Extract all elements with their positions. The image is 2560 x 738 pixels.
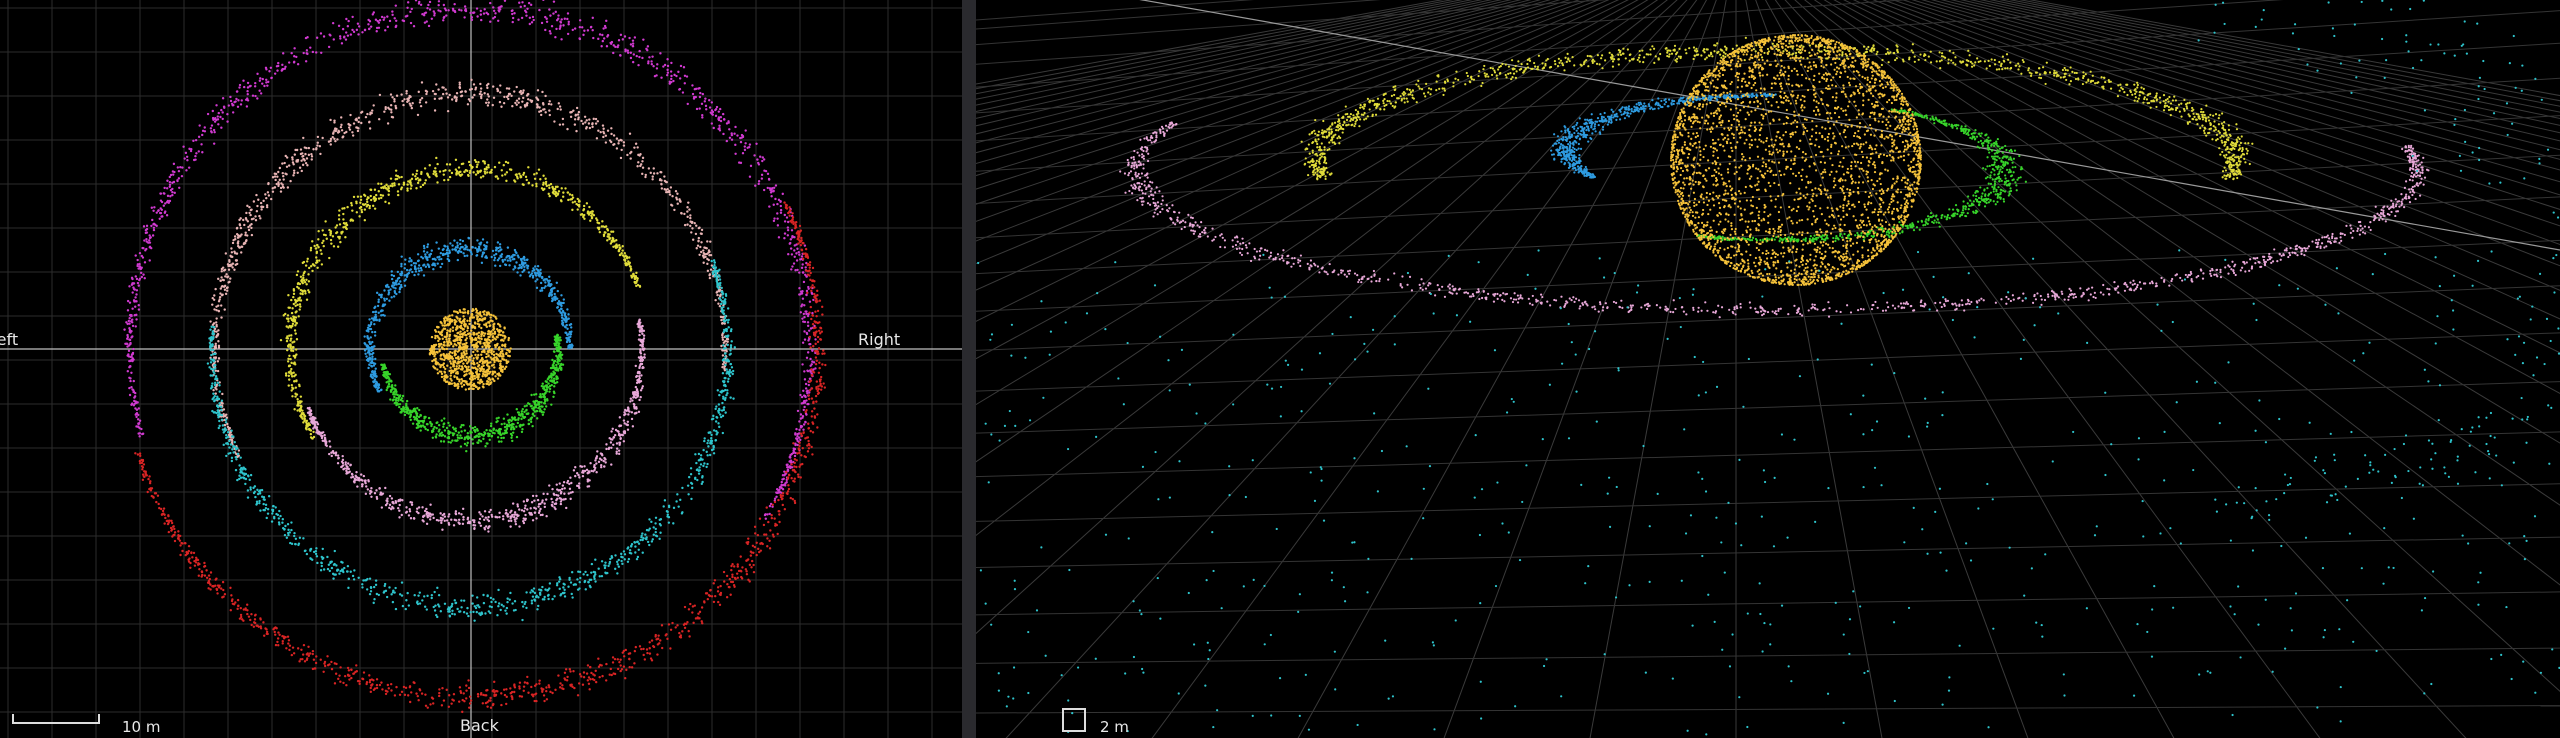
axis-label-back: Back <box>460 716 499 735</box>
ring-pink <box>306 318 646 533</box>
perspective-view-canvas[interactable] <box>976 0 2560 738</box>
grid-scale-label: 2 m <box>1100 718 1129 736</box>
perspective-view-viewport[interactable]: 2 m <box>976 0 2560 738</box>
top-view-viewport[interactable]: Left Right Back 10 m <box>0 0 962 738</box>
axis-label-right: Right <box>858 330 901 349</box>
grid-scale-indicator <box>1062 708 1086 732</box>
app-window: Left Right Back 10 m 2 m <box>0 0 2560 738</box>
scale-bar-label: 10 m <box>122 718 161 736</box>
view-splitter[interactable] <box>962 0 976 738</box>
ring-cyan-3d <box>2197 0 2560 521</box>
axis-label-left: Left <box>0 330 19 349</box>
central-sphere-3d <box>1669 33 1923 287</box>
ring-peach <box>209 78 730 459</box>
scale-bar <box>12 714 100 724</box>
ring-magenta <box>123 0 817 520</box>
ring-yellow <box>279 156 642 440</box>
scattered-particles <box>977 249 2560 736</box>
top-view-canvas[interactable] <box>0 0 962 738</box>
